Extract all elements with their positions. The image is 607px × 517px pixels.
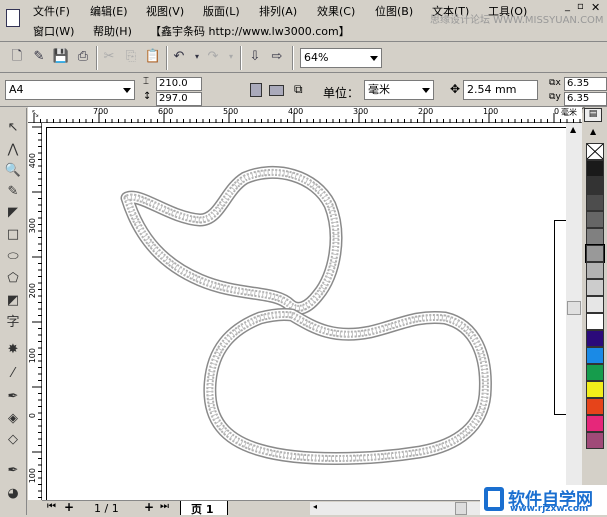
- color-swatch[interactable]: [586, 228, 604, 245]
- color-swatch[interactable]: [586, 381, 604, 398]
- scrollbar-thumb[interactable]: [567, 301, 581, 315]
- color-swatch[interactable]: [586, 262, 604, 279]
- tab-page-1[interactable]: 页 1: [180, 501, 228, 516]
- color-swatch[interactable]: [586, 347, 604, 364]
- color-swatch[interactable]: [586, 279, 604, 296]
- no-color-swatch[interactable]: [586, 143, 604, 160]
- color-swatch[interactable]: [586, 177, 604, 194]
- border-stroke: [124, 169, 339, 312]
- color-swatch[interactable]: [586, 194, 604, 211]
- color-swatch[interactable]: [586, 364, 604, 381]
- color-swatch[interactable]: [586, 330, 604, 347]
- color-palette: ▲ ▼: [584, 123, 607, 515]
- vertical-scrollbar[interactable]: ▲: [566, 123, 582, 500]
- last-page-icon[interactable]: ⏭: [160, 501, 169, 512]
- scroll-up-icon[interactable]: ▲: [570, 125, 576, 134]
- color-swatch[interactable]: [586, 313, 604, 330]
- watermark-logo: 软件自学网 www.rjzxw.com: [480, 485, 607, 515]
- color-swatch[interactable]: [586, 211, 604, 228]
- palette-scroll-up-icon[interactable]: ▲: [590, 127, 596, 136]
- color-swatch[interactable]: [586, 398, 604, 415]
- border-stroke: [206, 310, 489, 462]
- first-page-icon[interactable]: ⏮: [47, 501, 56, 512]
- add-page-before-icon[interactable]: +: [64, 500, 74, 514]
- color-swatch[interactable]: [586, 432, 604, 449]
- drawing-canvas[interactable]: ▲: [42, 123, 582, 500]
- color-swatch[interactable]: [585, 244, 605, 263]
- greek-key-duck-drawing[interactable]: [0, 0, 607, 515]
- color-swatch[interactable]: [586, 160, 604, 177]
- color-swatch[interactable]: [586, 415, 604, 432]
- color-swatch[interactable]: [586, 296, 604, 313]
- add-page-after-icon[interactable]: +: [144, 500, 154, 514]
- logo-icon: [484, 487, 504, 511]
- h-scrollbar-thumb[interactable]: [455, 502, 467, 515]
- logo-url: www.rjzxw.com: [510, 504, 589, 514]
- scroll-left-icon[interactable]: ◂: [313, 502, 317, 511]
- page-count: 1 / 1: [94, 502, 119, 515]
